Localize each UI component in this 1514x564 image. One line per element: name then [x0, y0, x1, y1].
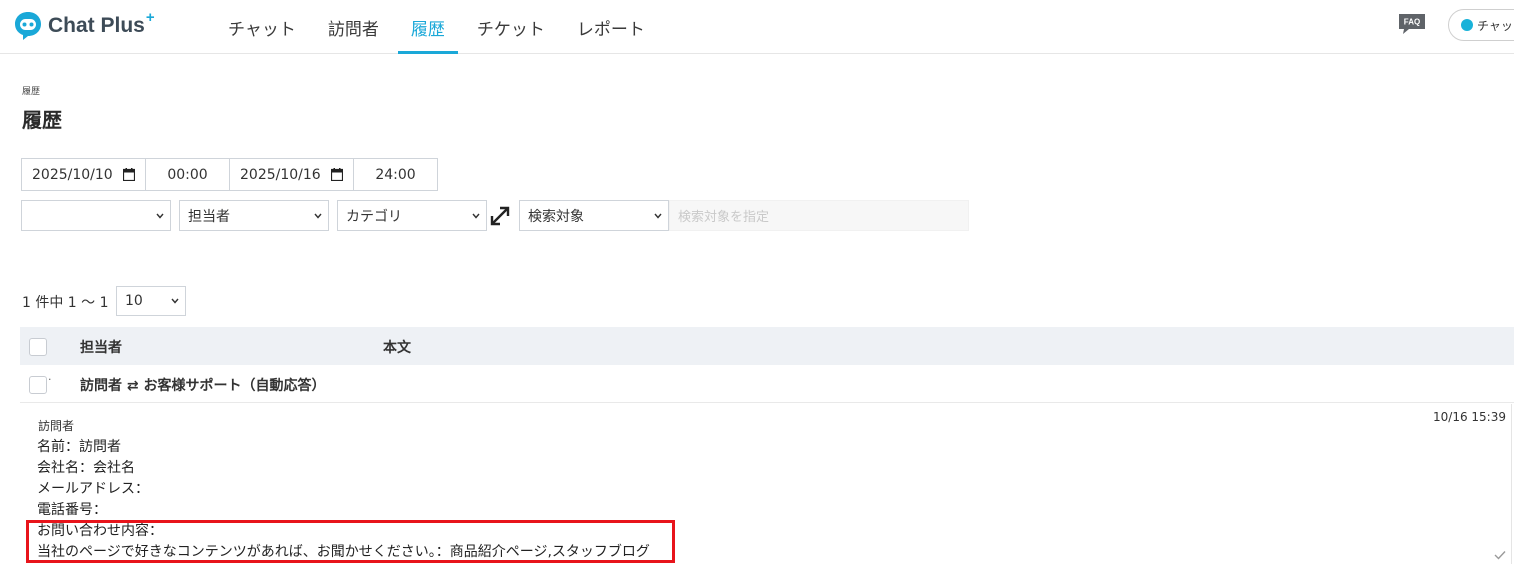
calendar-icon[interactable] [123, 168, 135, 181]
assignee-select[interactable]: 担当者 [179, 200, 329, 231]
page-title: 履歴 [22, 108, 62, 132]
search-target-select[interactable]: 検索対象 [519, 200, 669, 231]
conversation-title[interactable]: 訪問者 ⇄ お客様サポート（自動応答） [80, 375, 325, 395]
message-line-email: メールアドレス： [37, 481, 149, 497]
chatplus-logo[interactable]: Chat Plus + [12, 9, 155, 41]
end-time-value: 24:00 [375, 166, 416, 183]
status-label: チャッ [1477, 18, 1513, 33]
column-header-body[interactable]: 本文 [383, 337, 411, 357]
result-count: 1 件中 1 〜 1 [22, 295, 109, 311]
faq-label: FAQ [1404, 18, 1420, 27]
category-select-value: カテゴリ [346, 208, 402, 225]
message-line-company: 会社名：会社名 [37, 460, 135, 476]
faq-icon[interactable]: FAQ [1397, 12, 1427, 36]
filter-select-1[interactable] [21, 200, 171, 231]
calendar-icon[interactable] [331, 168, 343, 181]
status-indicator [1461, 19, 1473, 31]
start-time-value: 00:00 [167, 166, 208, 183]
logo-text: Chat Plus [48, 14, 145, 37]
start-time-input[interactable]: 00:00 [145, 158, 230, 191]
nav-tab-tickets[interactable]: チケット [464, 0, 558, 54]
message-sender: 訪問者 [38, 419, 75, 433]
row-checkbox[interactable] [29, 376, 47, 394]
assignee-select-value: 担当者 [188, 208, 230, 225]
start-date-input[interactable]: 2025/10/10 [21, 158, 146, 191]
nav-tab-chat[interactable]: チャット [215, 0, 309, 54]
row-marker: · [48, 373, 52, 386]
nav-tab-history[interactable]: 履歴 [397, 0, 458, 54]
nav-tab-visitors[interactable]: 訪問者 [315, 0, 392, 54]
end-date-input[interactable]: 2025/10/16 [229, 158, 354, 191]
chevron-down-icon [314, 213, 322, 219]
message-timestamp: 10/16 15:39 [1433, 410, 1506, 424]
end-time-input[interactable]: 24:00 [353, 158, 438, 191]
search-placeholder: 検索対象を指定 [678, 210, 770, 225]
detail-divider [1511, 404, 1512, 564]
highlight-annotation [26, 520, 675, 563]
expand-icon[interactable] [489, 205, 511, 227]
select-all-checkbox[interactable] [29, 338, 47, 356]
table-header: 担当者 本文 [20, 327, 1514, 365]
column-header-assignee[interactable]: 担当者 [80, 337, 122, 357]
chevron-down-icon [156, 213, 164, 219]
chat-status-toggle[interactable]: チャッ [1448, 9, 1514, 41]
nav-tab-reports[interactable]: レポート [564, 0, 658, 54]
category-select[interactable]: カテゴリ [337, 200, 487, 231]
chevron-down-icon [472, 213, 480, 219]
top-header: Chat Plus + チャット 訪問者 履歴 チケット レポート FAQ チャ… [0, 0, 1514, 54]
end-date-value: 2025/10/16 [240, 166, 321, 183]
per-page-value: 10 [125, 293, 143, 309]
table-row[interactable]: · 訪問者 ⇄ お客様サポート（自動応答） [20, 365, 1514, 403]
main-nav: チャット 訪問者 履歴 チケット レポート [215, 0, 664, 54]
start-date-value: 2025/10/10 [32, 166, 113, 183]
logo-plus: + [145, 8, 155, 26]
search-target-select-value: 検索対象 [528, 208, 584, 225]
message-line-phone: 電話番号： [37, 502, 107, 518]
per-page-select[interactable]: 10 [116, 286, 186, 316]
chevron-down-icon [654, 213, 662, 219]
chat-bubble-logo-icon [15, 12, 41, 40]
breadcrumb: 履歴 [22, 87, 41, 97]
message-line-name: 名前：訪問者 [37, 439, 121, 455]
read-check-icon [1494, 551, 1506, 560]
chevron-down-icon [171, 298, 179, 304]
search-input[interactable]: 検索対象を指定 [669, 200, 969, 231]
